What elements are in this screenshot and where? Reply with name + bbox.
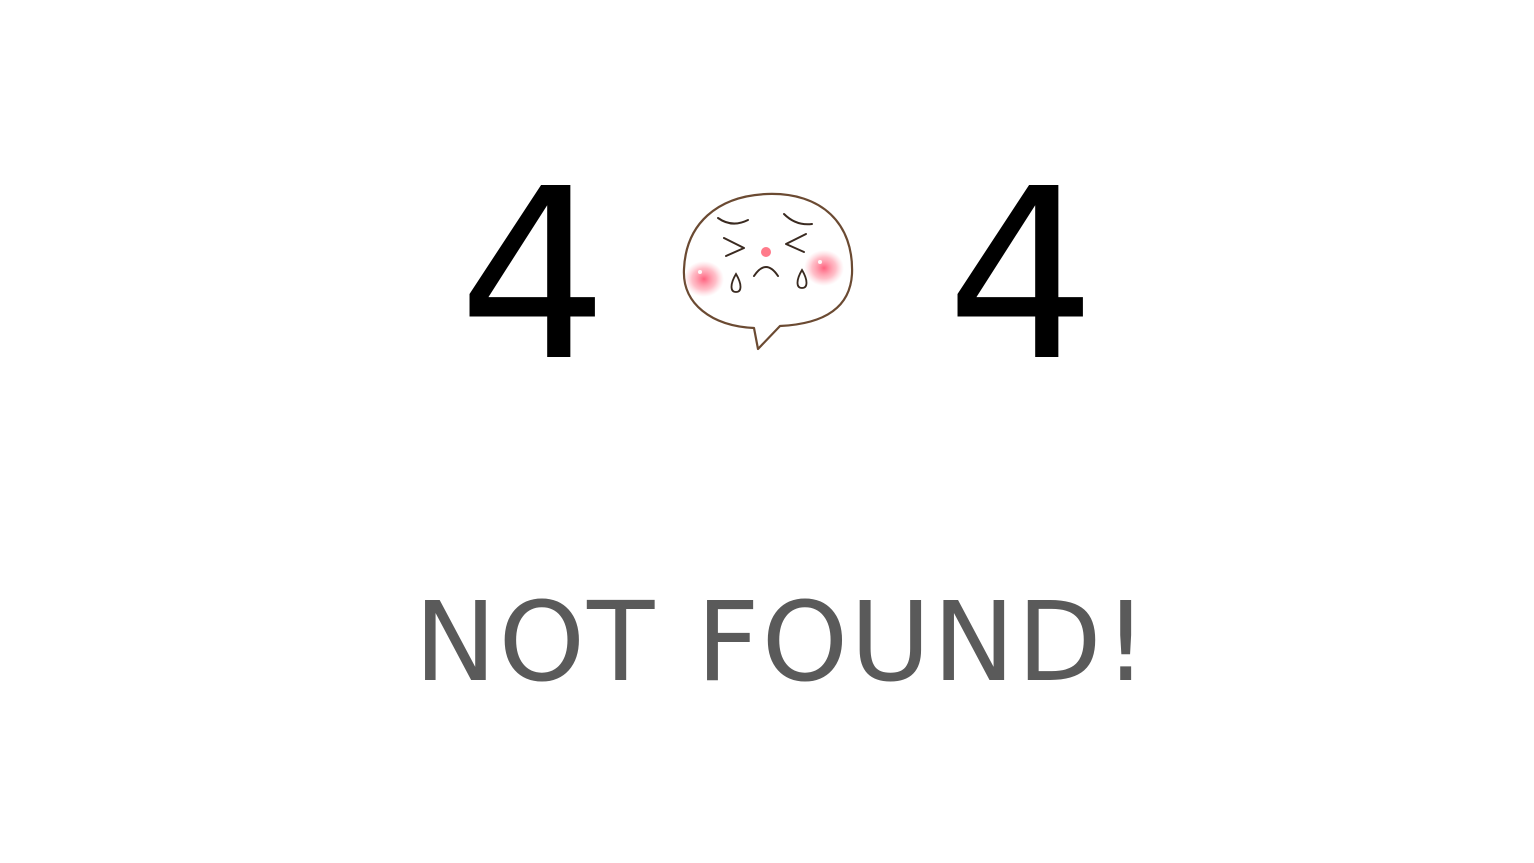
error-digit-right: 4 xyxy=(946,138,1097,413)
message-word-found: FOUND! xyxy=(696,578,1150,706)
message-word-not: NOT xyxy=(414,578,657,706)
not-found-message: NOT FOUND! xyxy=(0,582,1534,702)
not-found-page: 4 4 NOT FOUND! xyxy=(0,0,1534,863)
crying-face-icon xyxy=(682,192,854,351)
error-digit-left: 4 xyxy=(458,138,609,413)
